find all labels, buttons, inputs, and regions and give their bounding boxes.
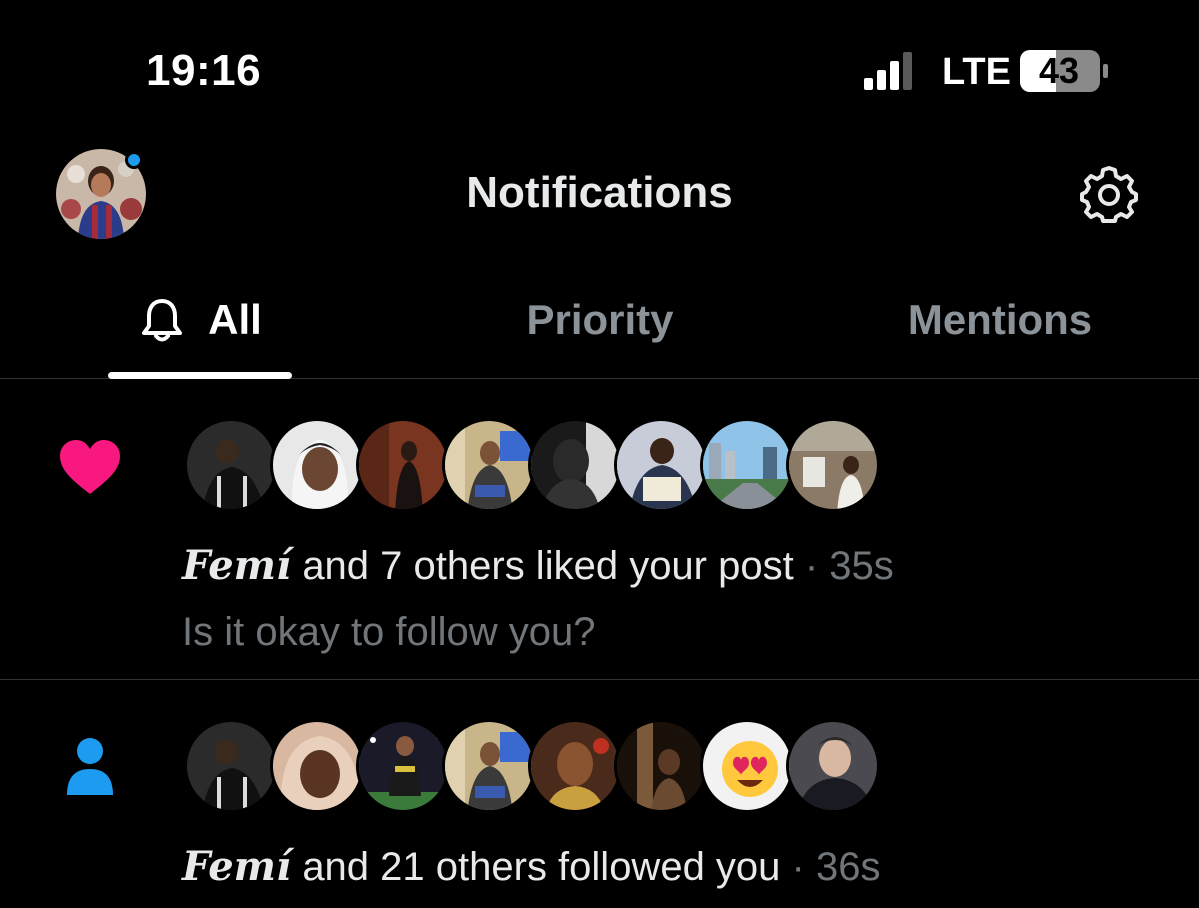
post-preview: Is it okay to follow you? xyxy=(182,610,596,654)
avatar[interactable] xyxy=(786,719,880,813)
avatar[interactable] xyxy=(442,418,536,512)
network-type: LTE xyxy=(942,51,1011,93)
notification-action: and 7 others liked your post xyxy=(302,544,794,588)
actor-name[interactable]: Femí xyxy=(182,542,291,589)
status-time: 19:16 xyxy=(146,46,262,95)
actor-name[interactable]: Femí xyxy=(182,843,291,890)
tab-mentions-label: Mentions xyxy=(907,295,1093,343)
avatar[interactable] xyxy=(700,418,794,512)
heart-icon xyxy=(60,440,120,494)
avatar[interactable] xyxy=(184,719,278,813)
avatar[interactable] xyxy=(356,719,450,813)
tab-all-label: All xyxy=(208,295,262,343)
notification-item[interactable]: Femí and 21 others followed you · 36s xyxy=(0,681,1199,908)
avatar[interactable] xyxy=(270,719,364,813)
avatar[interactable] xyxy=(528,719,622,813)
avatar[interactable] xyxy=(614,719,708,813)
notification-tabs: All Priority Mentions xyxy=(0,260,1199,379)
notification-action: and 21 others followed you xyxy=(302,845,781,889)
avatar[interactable] xyxy=(528,418,622,512)
avatar[interactable] xyxy=(356,418,450,512)
battery-level: 43 xyxy=(1038,50,1080,91)
follower-avatars xyxy=(184,719,880,813)
person-icon xyxy=(67,738,113,795)
notification-time: · 36s xyxy=(791,845,881,889)
avatar[interactable] xyxy=(184,418,278,512)
active-tab-indicator xyxy=(108,372,292,379)
tab-priority-label: Priority xyxy=(526,295,674,343)
unread-dot xyxy=(125,151,143,169)
avatar[interactable] xyxy=(700,719,794,813)
tab-mentions[interactable]: Mentions xyxy=(880,260,1120,379)
avatar[interactable] xyxy=(614,418,708,512)
status-bar: 19:16 LTE 43 xyxy=(0,0,1199,140)
liker-avatars xyxy=(184,418,880,512)
notification-time: · 35s xyxy=(804,544,894,588)
signal-bars-icon xyxy=(864,52,912,90)
avatar[interactable] xyxy=(270,418,364,512)
notification-item[interactable]: Femí and 7 others liked your post · 35s … xyxy=(0,380,1199,680)
avatar[interactable] xyxy=(442,719,536,813)
notification-text: Femí and 7 others liked your post · 35s xyxy=(182,542,894,589)
notification-text: Femí and 21 others followed you · 36s xyxy=(182,843,880,890)
gear-icon[interactable] xyxy=(1080,166,1138,224)
page-title: Notifications xyxy=(466,168,733,217)
tab-all[interactable]: All xyxy=(90,260,310,379)
tab-priority[interactable]: Priority xyxy=(480,260,720,379)
header: Notifications xyxy=(0,140,1199,250)
bell-icon xyxy=(142,298,183,341)
avatar[interactable] xyxy=(786,418,880,512)
